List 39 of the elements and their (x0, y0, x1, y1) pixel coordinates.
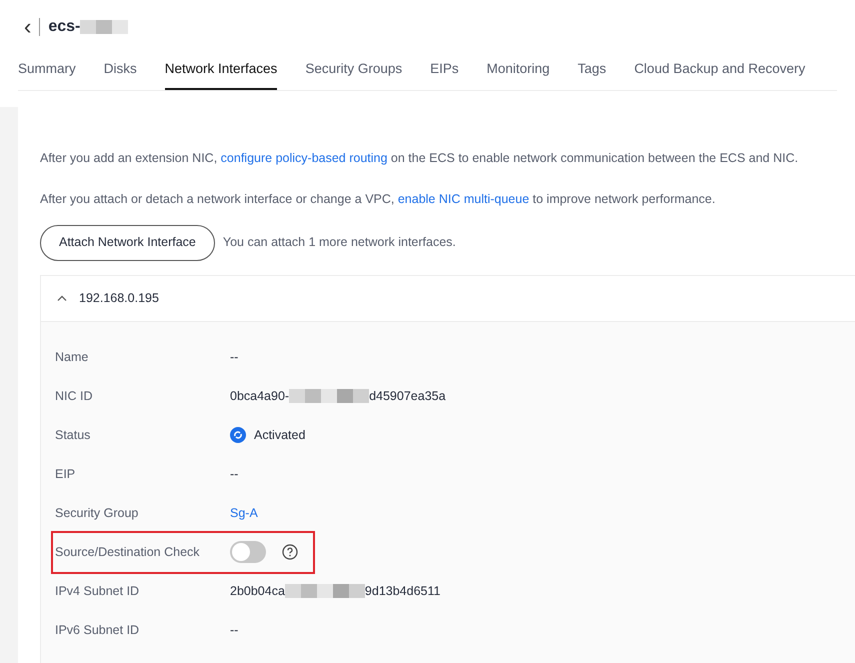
tab[interactable]: Tags (578, 50, 606, 90)
chevron-icon[interactable] (57, 295, 67, 301)
attach-network-interface-button[interactable]: Attach Network Interface (40, 224, 215, 260)
tab[interactable]: EIPs (430, 50, 459, 90)
redaction-blur (80, 20, 128, 34)
tab[interactable]: Network Interfaces (164, 50, 278, 90)
status-text: Activated (254, 426, 306, 444)
notice-text: After you attach or detach a network interface or change a VPC, enable NIC multi-queue to improve network performance. (40, 190, 716, 208)
field-label: IPv4 Subnet ID (55, 582, 140, 600)
tab[interactable]: Summary (18, 50, 76, 90)
notice-link[interactable]: enable NIC multi-queue (398, 192, 530, 206)
field-value: d45907ea35a (369, 388, 446, 405)
field-value: 0bca4a90- (230, 388, 290, 405)
field-value: -- (230, 622, 238, 637)
back-icon[interactable]: ‹ (24, 16, 32, 38)
nic-address: 192.168.0.195 (79, 290, 159, 307)
tab[interactable]: Cloud Backup and Recovery (634, 50, 806, 90)
notice-link[interactable]: configure policy-based routing (220, 151, 388, 165)
field-label: EIP (55, 466, 76, 483)
field-value: -- (230, 350, 238, 364)
field-label: Source/Destination Check (55, 544, 201, 561)
field-value: 2b0b04ca (230, 582, 285, 600)
tab[interactable]: Monitoring (486, 50, 550, 90)
field-value: 9d13b4d6511 (364, 582, 440, 600)
toggle-switch[interactable] (230, 541, 266, 563)
security-group-link[interactable]: Sg-A (230, 506, 258, 520)
help-icon[interactable] (282, 544, 298, 560)
notice-text: After you add an extension NIC, configure policy-based routing on the ECS to enable network communication between the ECS and NIC. (40, 150, 800, 167)
field-label: NIC ID (55, 388, 94, 405)
field-label: Security Group (55, 504, 140, 522)
tab[interactable]: Security Groups (305, 50, 402, 90)
attach-hint: You can attach 1 more network interfaces. (222, 234, 456, 252)
field-label: Name (55, 348, 90, 366)
field-value: -- (230, 466, 238, 481)
field-label: Status (55, 426, 92, 444)
tab[interactable]: Disks (104, 50, 137, 90)
activated-status-icon (230, 427, 246, 443)
field-label: IPv6 Subnet ID (55, 622, 140, 639)
page-title: ecs- (48, 17, 80, 37)
